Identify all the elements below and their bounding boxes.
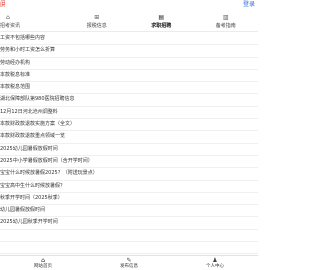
grid-icon: ⊞: [94, 14, 100, 21]
nav-profile[interactable]: ♟ 个人中心: [172, 256, 258, 270]
list-item[interactable]: 本款财政款退款重点领域一览: [0, 131, 258, 144]
home-icon: ⌂: [41, 257, 45, 264]
tab-label: 备考指南: [215, 23, 236, 29]
list-item[interactable]: 本款财政款退款实施方案（全文）: [0, 119, 258, 132]
nav-publish[interactable]: ✎ 发布信息: [86, 256, 172, 270]
tab-tax-info[interactable]: ⊞ 报税信息: [65, 11, 130, 31]
tab-label: 招考资讯: [0, 23, 21, 29]
nav-label: 个人中心: [206, 264, 224, 269]
tab-exam-news[interactable]: ⌂ 招考资讯: [0, 11, 65, 31]
list-item[interactable]: 劳务和小时工资怎么折算: [0, 45, 258, 58]
tab-label: 报税信息: [86, 23, 107, 29]
document-icon: ▤: [158, 14, 165, 21]
nav-label: 发布信息: [120, 264, 138, 269]
list-item[interactable]: 本款税息范围: [0, 82, 258, 95]
home-icon: ⌂: [6, 14, 10, 21]
list-item[interactable]: 2025幼儿园暑假放假时间: [0, 144, 258, 156]
list-item[interactable]: [0, 230, 258, 243]
tab-exam-guide[interactable]: ▥ 备考指南: [194, 11, 259, 31]
list-item[interactable]: 秋季开学时间（2025秋季）: [0, 193, 258, 206]
category-tab-bar: ⌂ 招考资讯 ⊞ 报税信息 ▤ 求职招聘 ▥ 备考指南: [0, 11, 258, 32]
list-item[interactable]: [0, 242, 258, 255]
list-item[interactable]: 12月12日河北沧州调整料: [0, 107, 258, 120]
user-icon: ♟: [212, 257, 218, 264]
list-item[interactable]: 工资不包括哪些内容: [0, 33, 258, 46]
list-item[interactable]: 本款税息标准: [0, 70, 258, 83]
list-item[interactable]: 湖北保障部队第980医院招聘信息: [0, 94, 258, 107]
edit-icon: ✎: [126, 257, 132, 264]
book-icon: ▥: [222, 14, 229, 21]
brand-logo[interactable]: 阅: [0, 0, 5, 8]
list-item[interactable]: 宝宝什么时候放暑假2025？（附送玩景点）: [0, 168, 258, 181]
list-item[interactable]: 幼儿园暑假放假时间: [0, 205, 258, 218]
nav-label: 网站首页: [34, 264, 52, 269]
tab-job-recruitment[interactable]: ▤ 求职招聘: [129, 11, 194, 31]
bottom-navigation: ⌂ 网站首页 ✎ 发布信息 ♟ 个人中心: [0, 255, 258, 270]
list-item[interactable]: 2025中小学暑假放假时间（含开学时间）: [0, 156, 258, 169]
list-item[interactable]: 2025幼儿园秋季开学时间: [0, 217, 258, 230]
list-item[interactable]: 宝宝高中生什么时候放暑假？: [0, 181, 258, 193]
article-list: 工资不包括哪些内容 劳务和小时工资怎么折算 劳动经办机构 本款税息标准 本款税息…: [0, 33, 258, 255]
login-link[interactable]: 登录: [243, 1, 255, 8]
nav-home[interactable]: ⌂ 网站首页: [0, 256, 86, 270]
tab-label: 求职招聘: [151, 23, 172, 29]
top-header: 阅 登录: [0, 0, 258, 10]
list-item[interactable]: 劳动经办机构: [0, 58, 258, 70]
